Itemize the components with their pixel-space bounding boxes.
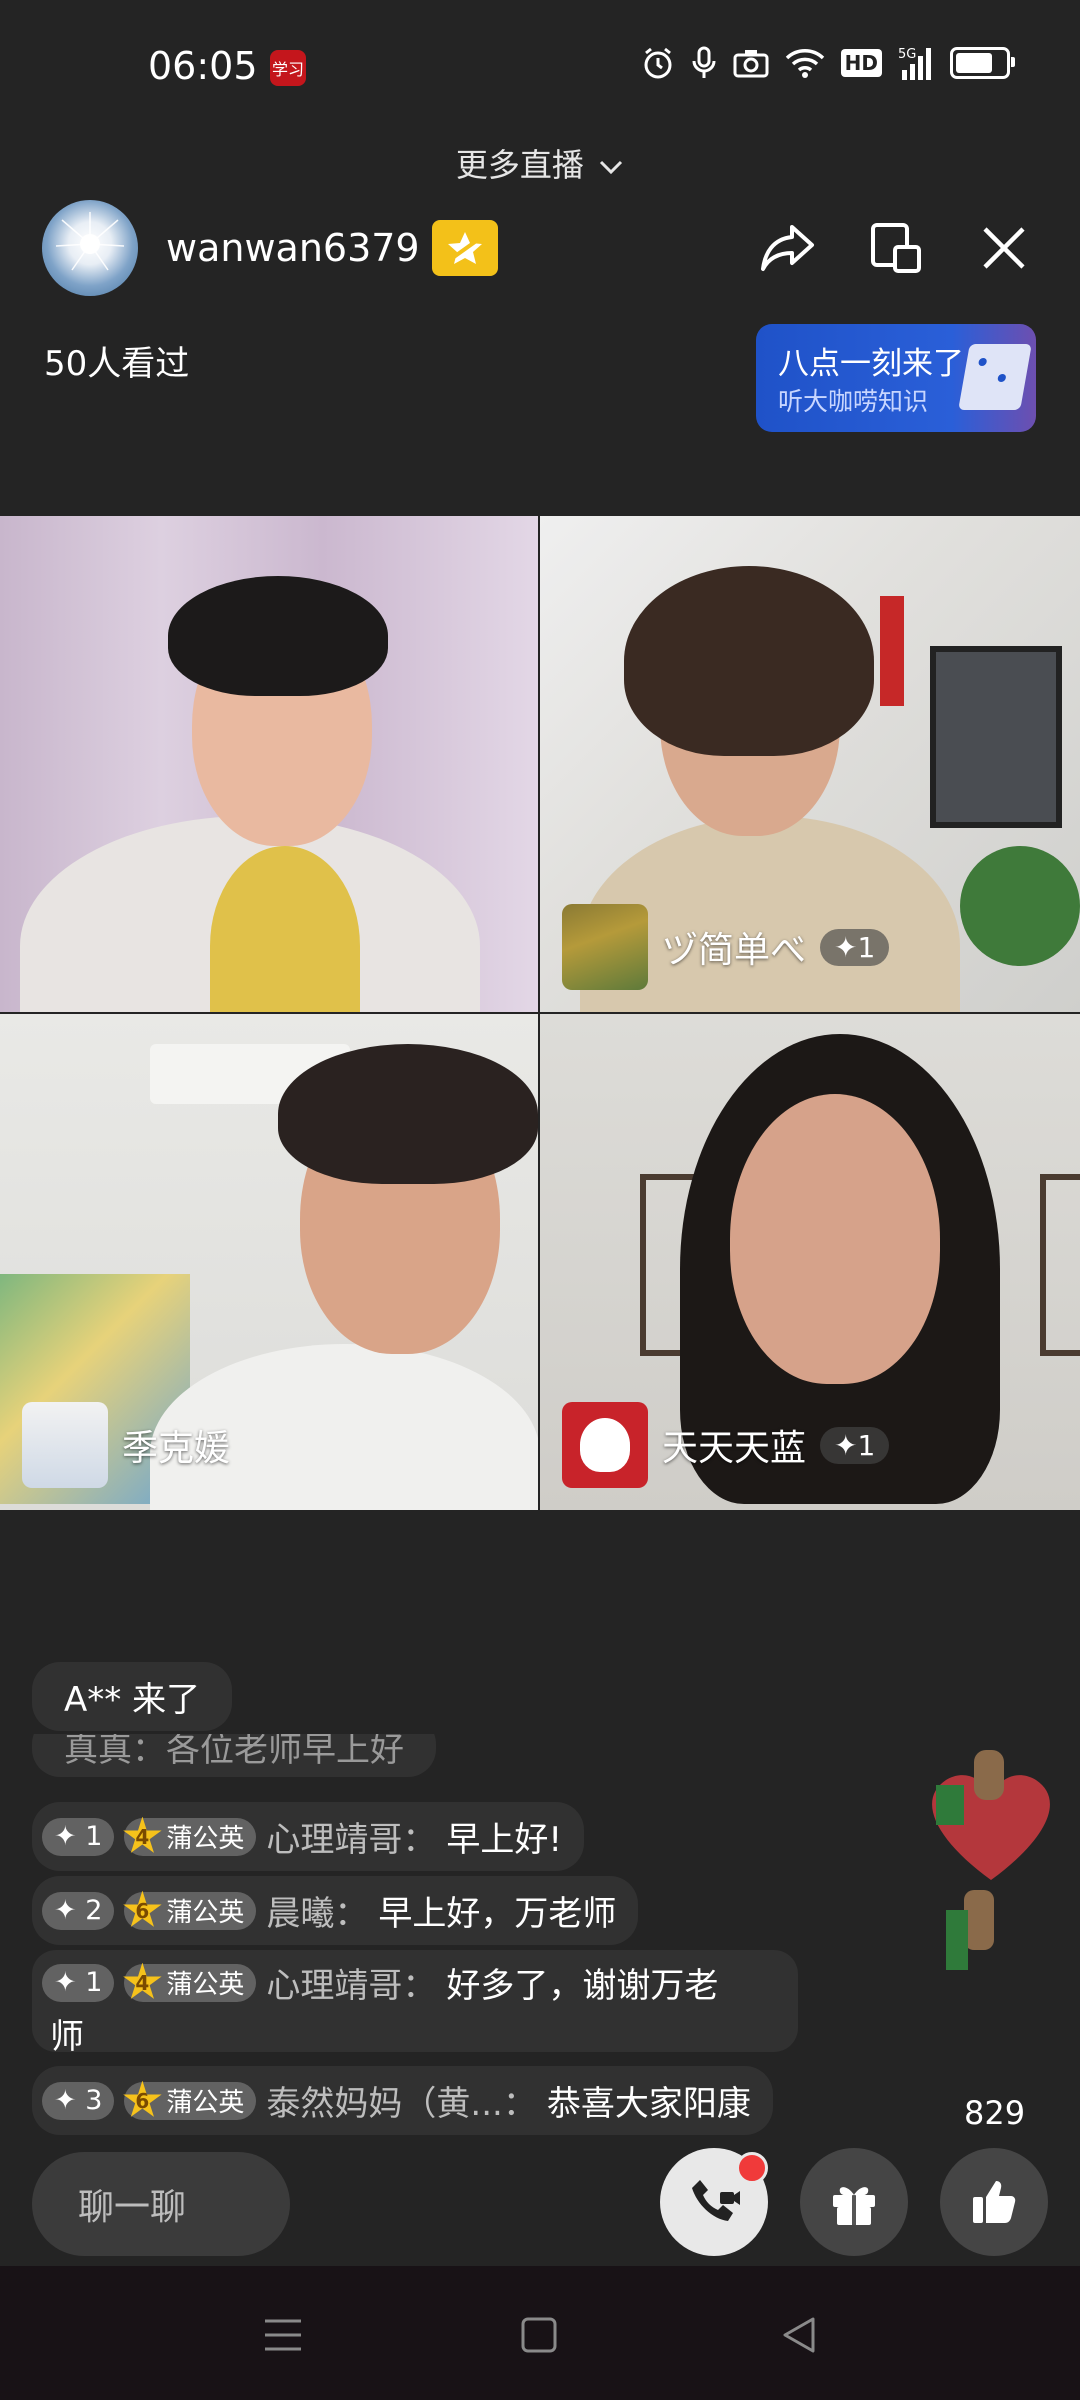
verified-badge-icon [432, 220, 498, 276]
view-count: 50人看过 [44, 344, 190, 384]
video-tile-participant-4[interactable]: 天天天蓝 ✦1 [540, 1014, 1080, 1510]
mic-icon [692, 46, 716, 78]
notification-dot [736, 2152, 768, 2184]
user-level-badge: ✦ 3 [42, 2081, 115, 2120]
video-tile-host[interactable] [0, 516, 538, 1012]
chat-message[interactable]: ✦ 3 6 蒲公英 泰然妈妈（黄...： 恭喜大家阳康 [32, 2066, 773, 2135]
participant-3-avatar[interactable] [22, 1402, 108, 1488]
participant-4-label: 天天天蓝 ✦1 [562, 1402, 890, 1488]
home-icon[interactable] [514, 2310, 564, 2360]
star-icon: 4 [123, 1816, 162, 1853]
chat-input[interactable]: 聊一聊 [32, 2152, 290, 2256]
participant-2-avatar[interactable] [562, 904, 648, 990]
wifi-icon [785, 49, 824, 78]
chevron-down-icon [600, 160, 623, 175]
signal-icon: 5G [898, 47, 931, 80]
participant-4-badge: ✦1 [820, 1426, 890, 1464]
like-button[interactable] [940, 2148, 1048, 2256]
promo-graphic-icon [958, 344, 1032, 410]
participant-4-avatar[interactable] [562, 1402, 648, 1488]
gift-button[interactable] [800, 2148, 908, 2256]
like-count: 829 [964, 2094, 1026, 2132]
chat-message[interactable]: ✦ 2 6 蒲公英 晨曦： 早上好，万老师 [32, 1876, 639, 1945]
user-level-badge: ✦ 1 [42, 1963, 115, 2002]
faded-chat-line: 真真：各位老师早上好 [32, 1734, 436, 1784]
chat-username[interactable]: 心理靖哥： [266, 1812, 436, 1861]
call-icon [692, 2180, 740, 2221]
chat-input-placeholder: 聊一聊 [78, 2187, 187, 2228]
participant-3-name: 季克媛 [122, 1428, 231, 1469]
alarm-icon [644, 47, 672, 79]
fan-club-badge: 6 蒲公英 [123, 2080, 257, 2120]
video-call-button[interactable] [660, 2148, 768, 2256]
more-live-label: 更多直播 [455, 146, 584, 184]
fan-club-badge: 6 蒲公英 [123, 1890, 257, 1930]
chat-text: 好多了，谢谢万老 [446, 1966, 719, 2006]
fan-club-badge: 4 蒲公英 [123, 1816, 257, 1856]
star-icon: 4 [123, 1962, 162, 1999]
status-time: 06:05 [148, 44, 258, 88]
camera-icon [733, 50, 769, 78]
participant-2-name: ヅ简单べ [662, 930, 807, 971]
user-level-badge: ✦ 2 [42, 1891, 115, 1930]
chat-text: 早上好，万老师 [378, 1894, 617, 1934]
promo-subtitle: 听大咖唠知识 [778, 387, 929, 416]
hd-badge: HD [840, 49, 882, 77]
participant-4-name: 天天天蓝 [662, 1428, 807, 1469]
video-tile-participant-2[interactable]: ヅ简单べ ✦1 [540, 516, 1080, 1012]
faded-chat-text: 真真：各位老师早上好 [32, 1734, 436, 1777]
battery-icon [950, 47, 1015, 79]
chat-username[interactable]: 心理靖哥： [266, 1958, 436, 2007]
mini-window-icon[interactable] [866, 218, 926, 278]
share-icon[interactable] [758, 218, 818, 278]
user-level-badge: ✦ 1 [42, 1817, 115, 1856]
chat-text: 早上好! [446, 1820, 563, 1860]
status-icons: HD 5G [641, 46, 1015, 80]
host-name[interactable]: wanwan6379 [166, 226, 420, 270]
thumbs-up-icon [973, 2181, 1016, 2223]
join-notice-text: A** 来了 [64, 1680, 201, 1720]
close-icon[interactable] [974, 218, 1034, 278]
video-tile-participant-3[interactable]: 季克媛 [0, 1014, 538, 1510]
like-animation-icon [916, 1740, 1066, 2000]
svg-text:5G: 5G [898, 47, 916, 62]
study-app-icon: 学习 [270, 50, 306, 86]
chat-text: 恭喜大家阳康 [546, 2084, 751, 2124]
back-icon[interactable] [774, 2310, 824, 2360]
star-icon: 6 [123, 1890, 162, 1927]
join-notice: A** 来了 [32, 1662, 233, 1731]
star-icon: 6 [123, 2080, 162, 2117]
chat-username[interactable]: 泰然妈妈（黄...： [266, 2076, 536, 2125]
menu-icon[interactable] [258, 2310, 308, 2360]
participant-3-label: 季克媛 [22, 1402, 230, 1488]
chat-username[interactable]: 晨曦： [266, 1886, 368, 1935]
chat-message[interactable]: ✦ 1 4 蒲公英 心理靖哥： 好多了，谢谢万老 师 [32, 1950, 798, 2057]
host-avatar[interactable] [42, 200, 138, 296]
promo-title: 八点一刻来了 [778, 346, 964, 382]
fan-club-badge: 4 蒲公英 [123, 1962, 257, 2002]
more-live-toggle[interactable]: 更多直播 [0, 140, 1080, 186]
promo-banner[interactable]: 八点一刻来了 听大咖唠知识 [756, 324, 1036, 432]
participant-2-badge: ✦1 [820, 928, 890, 966]
chat-message[interactable]: ✦ 1 4 蒲公英 心理靖哥： 早上好! [32, 1802, 585, 1871]
chat-text-continued: 师 [50, 2017, 84, 2057]
participant-2-label: ヅ简单べ ✦1 [562, 904, 890, 990]
gift-icon [833, 2187, 875, 2225]
